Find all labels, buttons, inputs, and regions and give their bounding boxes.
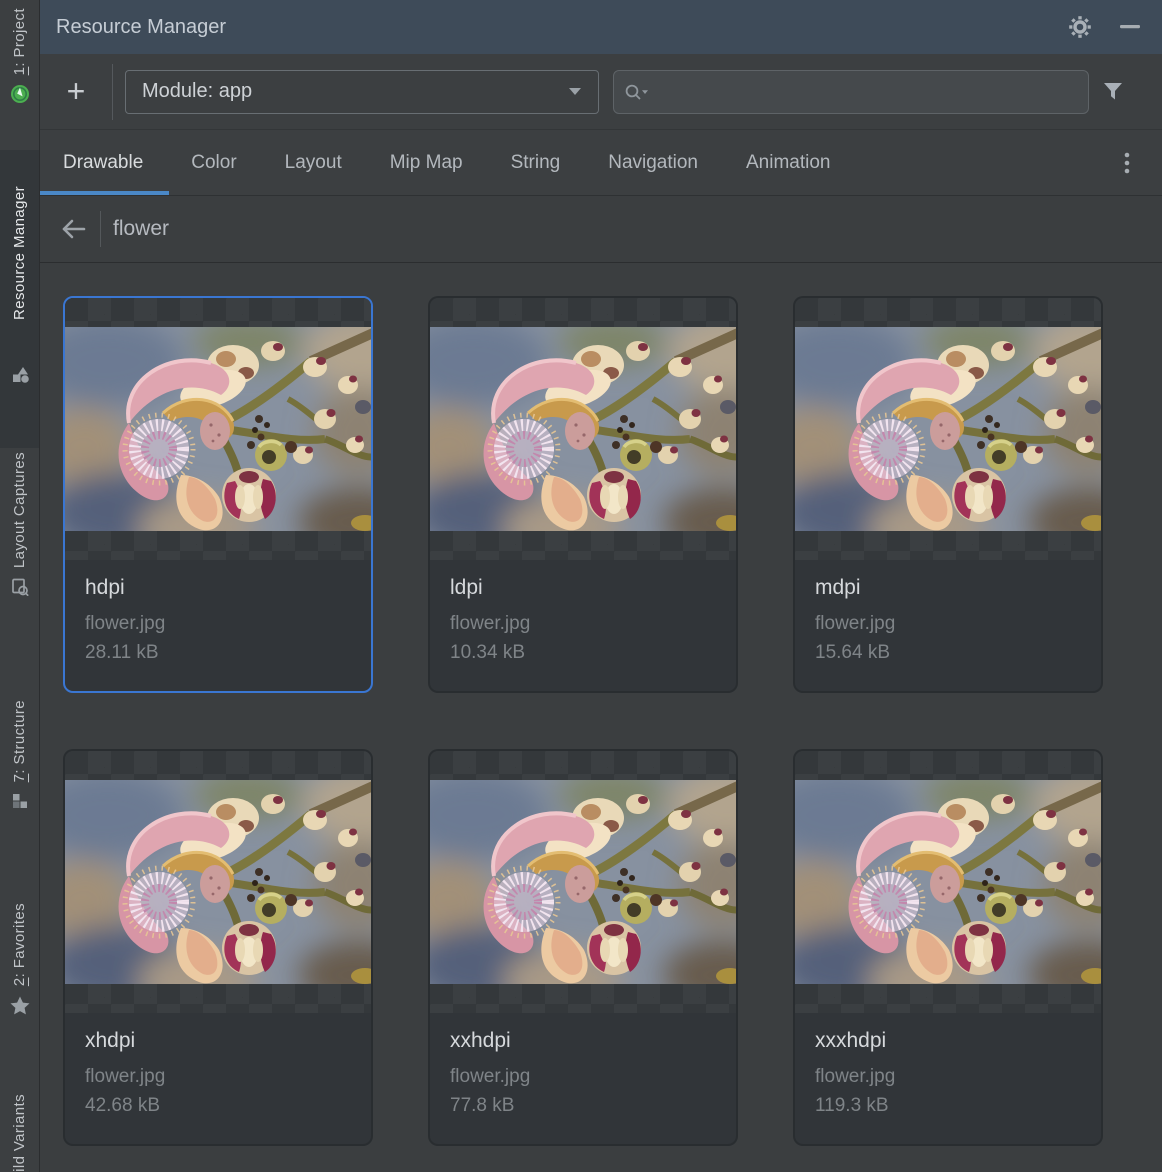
toolbar: + Module: app	[40, 54, 1162, 130]
sidebar-item-label: 7: Structure	[11, 700, 28, 782]
tab-layout[interactable]: Layout	[285, 130, 342, 195]
filename-label: flower.jpg	[85, 1062, 351, 1091]
star-icon	[10, 995, 30, 1015]
filename-label: flower.jpg	[450, 609, 716, 638]
resource-shapes-icon	[10, 364, 30, 384]
filesize-label: 10.34 kB	[450, 638, 716, 667]
filesize-label: 119.3 kB	[815, 1091, 1081, 1120]
filesize-label: 28.11 kB	[85, 638, 351, 667]
card-meta: ldpi flower.jpg 10.34 kB	[430, 560, 736, 691]
add-resource-button[interactable]: +	[54, 70, 98, 114]
tab-string[interactable]: String	[511, 130, 561, 195]
resource-manager-main: Resource Manager + Module: app	[40, 0, 1162, 1172]
tab-mip-map[interactable]: Mip Map	[390, 130, 463, 195]
resource-card-hdpi[interactable]: hdpi flower.jpg 28.11 kB	[63, 296, 373, 693]
filename-label: flower.jpg	[85, 609, 351, 638]
more-vertical-icon[interactable]	[1114, 148, 1140, 178]
density-label: hdpi	[85, 576, 351, 600]
filesize-label: 77.8 kB	[450, 1091, 716, 1120]
card-meta: hdpi flower.jpg 28.11 kB	[65, 560, 371, 691]
resource-card-mdpi[interactable]: mdpi flower.jpg 15.64 kB	[793, 296, 1103, 693]
sidebar-item-favorites[interactable]: 2: Favorites	[0, 903, 39, 1015]
drawable-preview	[795, 751, 1101, 1013]
resource-card-xhdpi[interactable]: xhdpi flower.jpg 42.68 kB	[63, 749, 373, 1146]
drawable-grid: hdpi flower.jpg 28.11 kB ldpi flower.jpg…	[40, 263, 1162, 1172]
resource-type-tabs: Drawable Color Layout Mip Map String Nav…	[40, 130, 1162, 196]
drawable-preview	[430, 751, 736, 1013]
sidebar-item-project[interactable]: 1: Project	[0, 8, 39, 104]
density-label: xhdpi	[85, 1029, 351, 1053]
search-input[interactable]	[656, 81, 1078, 102]
drawable-preview	[65, 751, 371, 1013]
back-arrow-icon[interactable]	[56, 214, 90, 244]
tab-navigation[interactable]: Navigation	[608, 130, 698, 195]
search-field[interactable]	[613, 70, 1089, 114]
drawable-preview	[795, 298, 1101, 560]
flower-image	[795, 780, 1101, 984]
density-label: xxhdpi	[450, 1029, 716, 1053]
sidebar-item-label: 2: Favorites	[11, 903, 28, 986]
filesize-label: 15.64 kB	[815, 638, 1081, 667]
filename-label: flower.jpg	[815, 609, 1081, 638]
android-studio-icon	[10, 84, 30, 104]
resource-card-xxxhdpi[interactable]: xxxhdpi flower.jpg 119.3 kB	[793, 749, 1103, 1146]
structure-icon	[10, 791, 30, 811]
search-icon	[624, 83, 650, 101]
filename-label: flower.jpg	[815, 1062, 1081, 1091]
tool-window-stripe: 1: Project Resource Manager Layout Captu…	[0, 0, 40, 1172]
resource-card-ldpi[interactable]: ldpi flower.jpg 10.34 kB	[428, 296, 738, 693]
filter-icon[interactable]	[1098, 77, 1128, 107]
flower-image	[795, 327, 1101, 531]
sidebar-item-label: 1: Project	[11, 8, 28, 75]
density-label: xxxhdpi	[815, 1029, 1081, 1053]
sidebar-item-structure[interactable]: 7: Structure	[0, 700, 39, 811]
sidebar-item-label: Layout Captures	[11, 452, 28, 568]
breadcrumb: flower	[40, 196, 1162, 263]
sidebar-item-label: Build Variants	[11, 1094, 28, 1172]
density-label: mdpi	[815, 576, 1081, 600]
density-label: ldpi	[450, 576, 716, 600]
panel-title: Resource Manager	[56, 16, 1066, 39]
module-selector[interactable]: Module: app	[125, 70, 599, 114]
tab-drawable[interactable]: Drawable	[63, 130, 143, 195]
toolbar-separator	[112, 64, 113, 120]
minimize-icon[interactable]	[1116, 13, 1144, 41]
resource-card-xxhdpi[interactable]: xxhdpi flower.jpg 77.8 kB	[428, 749, 738, 1146]
card-meta: xxhdpi flower.jpg 77.8 kB	[430, 1013, 736, 1144]
filesize-label: 42.68 kB	[85, 1091, 351, 1120]
sidebar-item-label: Resource Manager	[11, 186, 28, 320]
filename-label: flower.jpg	[450, 1062, 716, 1091]
chevron-down-icon	[568, 87, 582, 96]
resource-manager-panel: 1: Project Resource Manager Layout Captu…	[0, 0, 1162, 1172]
card-meta: xxxhdpi flower.jpg 119.3 kB	[795, 1013, 1101, 1144]
card-meta: xhdpi flower.jpg 42.68 kB	[65, 1013, 371, 1144]
drawable-preview	[430, 298, 736, 560]
tool-window-header: Resource Manager	[40, 0, 1162, 54]
layout-captures-icon	[10, 577, 30, 597]
tab-animation[interactable]: Animation	[746, 130, 831, 195]
breadcrumb-current: flower	[113, 217, 169, 241]
sidebar-item-build-variants[interactable]: Build Variants	[0, 1094, 39, 1172]
module-selector-value: Module: app	[142, 80, 252, 103]
flower-image	[65, 327, 371, 531]
breadcrumb-divider	[100, 211, 101, 247]
drawable-preview	[65, 298, 371, 560]
sidebar-item-layout-captures[interactable]: Layout Captures	[0, 452, 39, 597]
tab-color[interactable]: Color	[191, 130, 236, 195]
gear-icon[interactable]	[1066, 13, 1094, 41]
flower-image	[430, 780, 736, 984]
sidebar-item-resource-manager[interactable]: Resource Manager	[0, 150, 39, 448]
flower-image	[430, 327, 736, 531]
flower-image	[65, 780, 371, 984]
card-meta: mdpi flower.jpg 15.64 kB	[795, 560, 1101, 691]
